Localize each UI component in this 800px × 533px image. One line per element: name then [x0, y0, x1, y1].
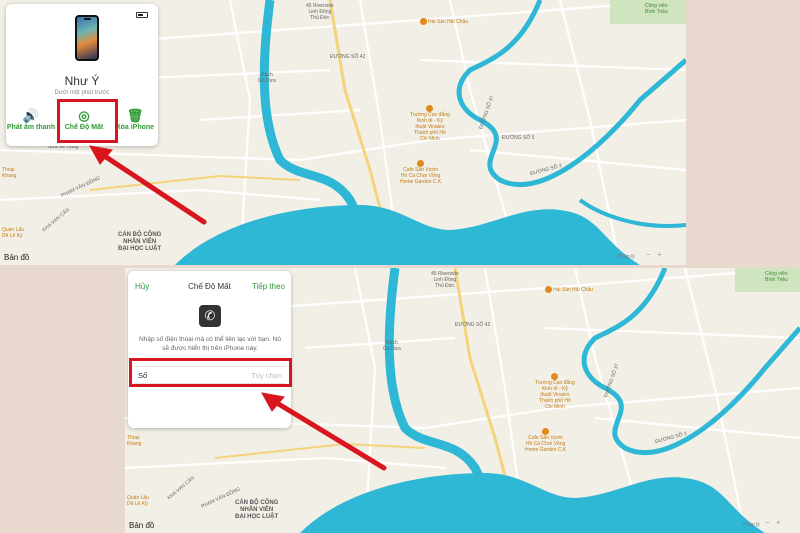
map-label-duong-so-42: ĐƯỜNG SỐ 42: [330, 54, 366, 60]
poi-truong-cao-dang[interactable]: Trường Cao đẳng Kinh tế - Kỹ thuật Vinat…: [410, 105, 450, 142]
map-label-can-bo: CÁN BỘ CÔNG NHÂN VIÊN ĐẠI HỌC LUẬT: [235, 500, 279, 520]
map-label-riverside: 45 Riverside Linh Đông Thủ Đức: [306, 3, 334, 21]
poi-hai-chau[interactable]: Hải Sản Hải Châu: [545, 286, 593, 293]
legal-link[interactable]: Pháp lý: [618, 254, 635, 260]
restaurant-icon: [545, 286, 552, 293]
map-panel-bottom[interactable]: Hải Sản Hải Châu 45 Riverside Linh Đông …: [125, 268, 800, 533]
map-label-cong-vien: Công viên Bình Triệu: [765, 271, 788, 283]
battery-icon: [136, 12, 148, 18]
poi-quan-lau: Quán Lẩu Dê Lê Ký: [127, 495, 149, 507]
maps-logo: Bản đồ: [129, 521, 155, 530]
poi-cafe[interactable]: Cafe Sân Vườn Hồ Cá Chơi Vồng Home Garde…: [525, 428, 566, 453]
play-sound-button[interactable]: 🔊 Phát âm thanh: [6, 108, 56, 131]
map-label-rach-go-dua: Rạch Gò Dưa: [383, 340, 401, 352]
last-seen-text: Dưới một phút trước: [54, 90, 110, 96]
poi-quan-lau: Quán Lẩu Dê Lê Ký: [2, 227, 24, 239]
map-label-riverside: 45 Riverside Linh Đông Thủ Đức: [431, 271, 459, 289]
map-label-cong-vien: Công viên Bình Triệu: [645, 3, 668, 15]
zoom-control[interactable]: − +: [646, 250, 664, 259]
map-label-duong-so-42: ĐƯỜNG SỐ 42: [455, 322, 491, 328]
restaurant-icon: [420, 18, 427, 25]
poi-hai-chau[interactable]: Hải Sản Hải Châu: [420, 18, 468, 25]
device-name: Như Ý: [64, 74, 100, 88]
map-label-can-bo: CÁN BỘ CÔNG NHÂN VIÊN ĐẠI HỌC LUẬT: [118, 232, 162, 252]
speaker-icon: 🔊: [22, 108, 40, 123]
legal-link[interactable]: Pháp lý: [743, 522, 760, 528]
poi-thoai-khang: Thoại Khang: [127, 435, 142, 447]
poi-thoai-khang: Thoại Khang: [2, 167, 17, 179]
highlight-box-lost-mode: [57, 99, 118, 143]
poi-truong-cao-dang[interactable]: Trường Cao đẳng Kinh tế - Kỹ thuật Vinat…: [535, 373, 575, 410]
cafe-icon: [416, 160, 424, 167]
phone-icon: ✆: [199, 305, 221, 327]
map-label-duong-so-5: ĐƯỜNG SỐ 5: [502, 135, 535, 141]
iphone-icon: [75, 15, 99, 61]
maps-logo: Bản đồ: [4, 253, 30, 262]
zoom-control[interactable]: − +: [765, 518, 783, 527]
school-icon: [425, 105, 433, 112]
lost-mode-dialog: Hủy Chế Độ Mất Tiếp theo ✆ Nhập số điện …: [128, 271, 291, 428]
map-panel-top[interactable]: Hải Sản Hải Châu 45 Riverside Linh Đông …: [0, 0, 686, 265]
school-icon: [550, 373, 558, 380]
dialog-description: Nhập số điện thoại mà có thể liên lạc vớ…: [139, 336, 281, 353]
highlight-box-number-field: [129, 358, 292, 387]
map-label-rach-go-dua: Rạch Gò Dưa: [258, 72, 276, 84]
cafe-icon: [541, 428, 549, 435]
poi-cafe[interactable]: Cafe Sân Vườn Hồ Cá Chơi Vồng Home Garde…: [400, 160, 441, 185]
next-button[interactable]: Tiếp theo: [252, 282, 285, 291]
